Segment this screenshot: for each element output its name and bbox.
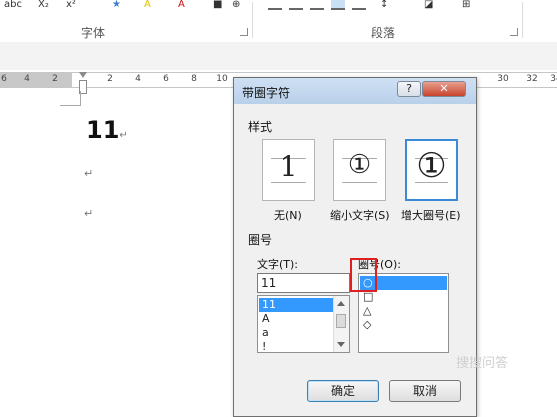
document-text-value: 11: [86, 116, 120, 144]
ruler-number: 30: [497, 74, 509, 84]
list-item[interactable]: A: [259, 312, 334, 326]
paragraph-mark: ↵: [119, 130, 128, 141]
strikethrough-button[interactable]: abc: [4, 0, 22, 10]
help-button[interactable]: ?: [397, 81, 421, 97]
text-list-scrollbar[interactable]: [333, 296, 349, 352]
ruler-number: 4: [135, 74, 141, 84]
ruler-number: 2: [52, 74, 58, 84]
align-center-button[interactable]: [289, 0, 303, 10]
ruler-number: 8: [191, 74, 197, 84]
text-input[interactable]: 11: [257, 273, 350, 293]
character-shading-icon[interactable]: ■: [213, 0, 222, 10]
scroll-down-arrow-icon[interactable]: [337, 342, 345, 347]
ruler-area: [0, 42, 557, 70]
ok-button[interactable]: 确定: [307, 380, 379, 402]
ribbon-toolbar-row: abc X₂ x² ★ A A ■ ⊕ ↕ ◪ ⊞: [0, 0, 557, 16]
ribbon: abc X₂ x² ★ A A ■ ⊕ ↕ ◪ ⊞ 字体 段落: [0, 0, 557, 43]
ruler-number: 2: [107, 74, 113, 84]
guide-line: [342, 182, 377, 183]
dialog-titlebar[interactable]: 带圈字符 ? ✕: [234, 78, 476, 104]
font-dialog-launcher[interactable]: [240, 28, 248, 36]
watermark: 搜搜问答: [456, 356, 509, 371]
ribbon-separator: [522, 2, 523, 38]
list-item[interactable]: ◇: [360, 318, 447, 332]
close-button[interactable]: ✕: [422, 81, 466, 97]
circle-section-label: 圈号: [248, 233, 273, 247]
ruler-number: 32: [526, 74, 538, 84]
scroll-up-arrow-icon[interactable]: [337, 301, 345, 306]
annotation-highlight-box: [350, 258, 377, 292]
font-group-label: 字体: [81, 26, 106, 40]
borders-icon[interactable]: ⊞: [462, 0, 470, 10]
text-boundary-mark: [60, 91, 81, 106]
text-effects-icon[interactable]: ★: [112, 0, 121, 10]
line-spacing-icon[interactable]: ↕: [380, 0, 388, 10]
superscript-button[interactable]: x²: [66, 0, 76, 10]
dialog-title: 带圈字符: [242, 86, 291, 100]
style-option-shrink-text[interactable]: ①: [333, 139, 386, 201]
shading-icon[interactable]: ◪: [424, 0, 433, 10]
paragraph-mark: ↵: [84, 167, 94, 180]
style-preview: 1: [279, 150, 298, 183]
list-item[interactable]: △: [360, 304, 447, 318]
style-label-shrink[interactable]: 缩小文字(S): [330, 207, 390, 223]
paragraph-mark: ↵: [84, 207, 94, 220]
ribbon-separator: [252, 2, 253, 38]
enclose-characters-icon[interactable]: ⊕: [232, 0, 240, 10]
text-listbox[interactable]: 11 A a !: [257, 295, 350, 353]
ruler-number: 4: [24, 74, 30, 84]
style-option-enlarge-symbol[interactable]: ①: [405, 139, 458, 201]
document-text[interactable]: 11↵: [86, 116, 128, 144]
paragraph-group-label: 段落: [371, 26, 396, 40]
align-right-button[interactable]: [310, 0, 324, 10]
style-preview: ①: [347, 150, 372, 180]
justify-button[interactable]: [331, 0, 345, 10]
subscript-button[interactable]: X₂: [38, 0, 49, 10]
style-preview: ①: [416, 146, 447, 186]
first-line-indent-marker[interactable]: [79, 72, 87, 78]
font-color-button[interactable]: A: [178, 0, 185, 10]
ruler-number: 6: [1, 74, 7, 84]
ruler-number: 10: [216, 74, 228, 84]
style-section-label: 样式: [248, 120, 273, 134]
distribute-button[interactable]: [352, 0, 366, 10]
style-option-none[interactable]: 1: [262, 139, 315, 201]
scroll-thumb[interactable]: [336, 314, 346, 328]
cancel-button[interactable]: 取消: [389, 380, 461, 402]
text-list-label: 文字(T):: [257, 258, 299, 271]
list-item[interactable]: 11: [259, 298, 334, 312]
list-item[interactable]: !: [259, 340, 334, 352]
style-label-none[interactable]: 无(N): [274, 207, 302, 223]
list-item[interactable]: a: [259, 326, 334, 340]
enclose-characters-dialog: 带圈字符 ? ✕ 样式 1 ① ① 无(N) 缩小文字(S) 增大圈号(E) 圈…: [233, 77, 477, 417]
style-label-enlarge[interactable]: 增大圈号(E): [401, 207, 461, 223]
list-item[interactable]: □: [360, 290, 447, 304]
highlight-button[interactable]: A: [144, 0, 151, 10]
align-left-button[interactable]: [268, 0, 282, 10]
ruler-number: 34: [550, 74, 557, 84]
paragraph-dialog-launcher[interactable]: [510, 28, 518, 36]
ruler-number: 6: [163, 74, 169, 84]
